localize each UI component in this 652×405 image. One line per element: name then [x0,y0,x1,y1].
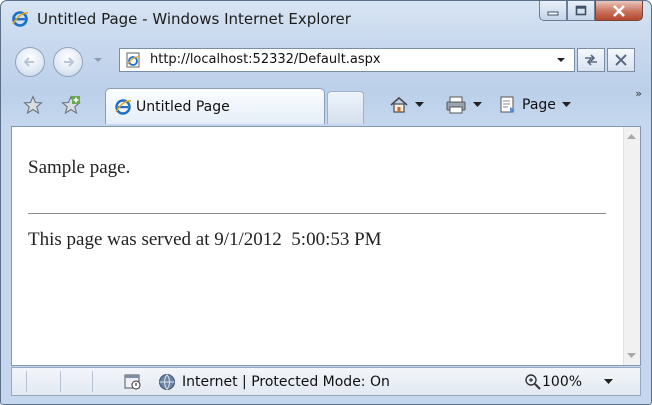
caption-buttons [539,1,643,23]
window-title: Untitled Page - Windows Internet Explore… [37,10,351,28]
security-report-icon[interactable] [124,373,142,391]
back-button[interactable] [15,47,45,77]
horizontal-rule [28,213,606,214]
vertical-scrollbar[interactable] [623,127,640,365]
browser-window: Untitled Page - Windows Internet Explore… [0,0,652,405]
close-icon [613,4,625,17]
home-dropdown-icon[interactable] [415,102,424,108]
forward-arrow-icon [64,57,75,67]
ie-page-icon [115,99,132,115]
stop-button[interactable] [607,48,635,72]
favorites-star-icon[interactable] [23,95,43,115]
page-viewport: Sample page. This page was served at 9/1… [11,126,641,366]
tab-label: Untitled Page [136,99,230,115]
tab-bar: Untitled Page Page » [1,85,651,127]
scroll-up-arrow-icon[interactable] [627,133,636,139]
recent-pages-dropdown-icon[interactable] [93,57,103,63]
refresh-button[interactable] [577,48,605,72]
new-tab-button[interactable] [327,91,364,124]
address-dropdown-icon[interactable] [556,57,566,63]
navigation-bar: http://localhost:52332/Default.aspx [1,39,651,79]
tab-untitled-page[interactable]: Untitled Page [105,88,325,124]
home-icon [390,96,408,113]
internet-zone-globe-icon [159,374,175,390]
status-bar: Internet | Protected Mode: On 100% [11,367,641,396]
print-dropdown-icon[interactable] [473,102,482,108]
address-bar[interactable]: http://localhost:52332/Default.aspx [119,48,575,72]
toolbar-overflow-chevron[interactable]: » [635,87,642,100]
address-url[interactable]: http://localhost:52332/Default.aspx [150,52,381,67]
page-favicon-icon [126,52,140,68]
stop-icon [615,54,627,66]
home-button[interactable] [389,91,424,119]
maximize-icon [575,5,587,16]
status-divider [92,371,93,392]
served-time-text: This page was served at 9/1/2012 5:00:53… [28,229,382,250]
security-zone-text[interactable]: Internet | Protected Mode: On [182,374,390,390]
back-arrow-icon [23,57,34,67]
zoom-magnifier-icon [525,374,541,390]
print-icon [446,96,466,114]
close-button[interactable] [595,1,643,21]
title-bar[interactable]: Untitled Page - Windows Internet Explore… [1,1,651,37]
add-favorites-icon[interactable] [61,95,81,115]
ie-logo-icon [12,11,29,27]
status-divider [60,371,61,392]
refresh-icon [585,54,597,66]
zoom-level[interactable]: 100% [542,374,582,390]
page-menu-button[interactable]: Page [499,91,571,119]
page-dropdown-icon[interactable] [561,102,571,108]
page-menu-label: Page [522,97,556,113]
page-icon [500,96,515,113]
forward-button[interactable] [53,47,83,77]
print-button[interactable] [445,91,482,119]
zoom-dropdown-icon[interactable] [604,379,613,385]
sample-page-text: Sample page. [28,157,131,178]
status-divider [26,371,27,392]
page-content: Sample page. This page was served at 9/1… [12,127,623,365]
minimize-button[interactable] [539,1,567,21]
scroll-down-arrow-icon[interactable] [627,353,636,359]
minimize-icon [547,11,559,15]
maximize-button[interactable] [567,1,595,21]
